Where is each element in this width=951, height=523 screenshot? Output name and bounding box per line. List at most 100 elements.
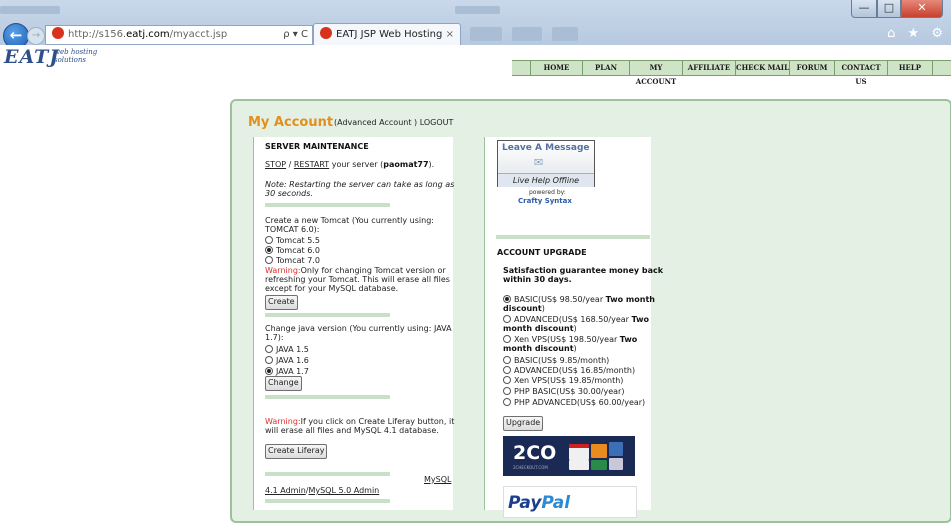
- menu-check-mail[interactable]: CHECK MAIL: [736, 61, 790, 75]
- upgrade-plan-option[interactable]: BASIC(US$ 9.85/month): [503, 356, 669, 365]
- upgrade-plan-option[interactable]: ADVANCED(US$ 16.85/month): [503, 366, 669, 375]
- upgrade-plan-option[interactable]: PHP BASIC(US$ 30.00/year): [503, 387, 669, 396]
- maximize-icon[interactable]: □: [877, 0, 901, 18]
- warning-label: Warning:: [265, 417, 301, 426]
- window-titlebar: — □ ✕: [0, 0, 951, 22]
- radio-selected-icon[interactable]: [265, 367, 273, 375]
- mysql-41-admin-link[interactable]: MySQL: [424, 475, 451, 484]
- radio-icon[interactable]: [265, 236, 273, 244]
- browser-toolbar-icons[interactable]: ⌂ ★ ⚙: [887, 26, 947, 41]
- tab-title: EATJ JSP Web Hosting: [336, 29, 443, 40]
- mastercard-icon: [591, 444, 607, 458]
- menu-plan[interactable]: PLAN: [583, 61, 630, 75]
- tomcat-warning: Warning:Only for changing Tomcat version…: [265, 266, 455, 293]
- live-help-title: Leave A Message: [502, 143, 590, 153]
- radio-icon[interactable]: [503, 387, 511, 395]
- live-help-widget[interactable]: Leave A Message ✉ Live Help Offline: [497, 140, 595, 187]
- radio-icon[interactable]: [503, 335, 511, 343]
- 2checkout-text: 2CO: [513, 442, 557, 464]
- site-logo-tagline: web hosting solutions: [54, 48, 97, 64]
- server-username: paomat77: [383, 160, 429, 169]
- tomcat-option-label: Tomcat 5.5: [276, 236, 320, 245]
- restart-link[interactable]: RESTART: [294, 160, 329, 169]
- 2checkout-logo[interactable]: 2CO 2CHECKOUT.COM: [503, 436, 635, 476]
- plan-label-end: ): [541, 304, 545, 313]
- url-domain: eatj.com: [126, 29, 170, 40]
- logout-link[interactable]: LOGOUT: [420, 118, 454, 127]
- card-icon: [609, 458, 623, 470]
- address-bar[interactable]: http://s156.eatj.com/myacct.jsp ρ ▾ C: [45, 25, 313, 45]
- paypal-text: PayPal: [508, 493, 570, 513]
- upgrade-plan-option[interactable]: BASIC(US$ 98.50/year Two month discount): [503, 295, 669, 313]
- plan-label-end: ): [573, 324, 577, 333]
- mysql-link[interactable]: MySQL: [424, 475, 451, 484]
- tab-close-icon[interactable]: ×: [446, 24, 454, 45]
- liferay-warning: Warning:If you click on Create Liferay b…: [265, 417, 455, 435]
- radio-icon[interactable]: [265, 356, 273, 364]
- radio-icon[interactable]: [503, 366, 511, 374]
- divider: [265, 395, 390, 399]
- site-logo[interactable]: EATJ: [4, 46, 59, 68]
- restart-text: your server (: [329, 160, 384, 169]
- upgrade-plan-option[interactable]: Xen VPS(US$ 198.50/year Two month discou…: [503, 335, 669, 353]
- url-prefix: http://s156.: [68, 29, 127, 40]
- java-option[interactable]: JAVA 1.6: [265, 356, 309, 365]
- restart-note: Note: Restarting the server can take as …: [265, 180, 455, 198]
- forward-arrow-icon[interactable]: →: [27, 27, 45, 45]
- plan-label: PHP ADVANCED(US$ 60.00/year): [514, 398, 646, 407]
- discover-card-icon: [569, 460, 589, 470]
- minimize-icon[interactable]: —: [851, 0, 877, 18]
- radio-icon[interactable]: [503, 398, 511, 406]
- paypal-text-a: Pay: [508, 493, 542, 513]
- browser-chrome: — □ ✕ ← → http://s156.eatj.com/myacct.js…: [0, 0, 951, 49]
- close-window-icon[interactable]: ✕: [901, 0, 943, 18]
- upgrade-plan-option[interactable]: PHP ADVANCED(US$ 60.00/year): [503, 398, 669, 407]
- menu-affiliate[interactable]: AFFILIATE: [683, 61, 736, 75]
- radio-icon[interactable]: [503, 356, 511, 364]
- menu-contact-us[interactable]: CONTACT US: [835, 61, 888, 86]
- divider: [496, 235, 650, 239]
- tagline-line-1: web hosting: [54, 48, 98, 56]
- java-option[interactable]: JAVA 1.7: [265, 367, 309, 376]
- divider: [265, 313, 390, 317]
- create-tomcat-button[interactable]: Create: [265, 295, 298, 310]
- divider: [265, 472, 390, 476]
- radio-selected-icon[interactable]: [265, 246, 273, 254]
- crafty-syntax-link[interactable]: Crafty Syntax: [518, 197, 572, 205]
- menu-help[interactable]: HELP: [888, 61, 933, 75]
- mysql-50-admin-link[interactable]: MySQL 5.0 Admin: [308, 486, 379, 495]
- tomcat-option[interactable]: Tomcat 7.0: [265, 256, 320, 265]
- divider: [265, 203, 390, 207]
- tomcat-intro: Create a new Tomcat (You currently using…: [265, 216, 434, 234]
- paypal-text-b: Pal: [541, 493, 571, 513]
- radio-icon[interactable]: [503, 315, 511, 323]
- java-intro: Change java version (You currently using…: [265, 324, 452, 342]
- menu-my-account[interactable]: MY ACCOUNT: [630, 61, 683, 86]
- page-title: My Account: [248, 115, 334, 130]
- browser-tab[interactable]: EATJ JSP Web Hosting ×: [313, 23, 461, 45]
- tomcat-option[interactable]: Tomcat 5.5: [265, 236, 320, 245]
- radio-icon[interactable]: [265, 345, 273, 353]
- mysql-41-admin-link[interactable]: 4.1 Admin: [265, 486, 306, 495]
- paypal-logo[interactable]: PayPal: [503, 486, 637, 518]
- guarantee-text: Satisfaction guarantee money back within…: [503, 266, 664, 284]
- menu-forum[interactable]: FORUM: [790, 61, 835, 75]
- jcb-card-icon: [591, 460, 607, 470]
- upgrade-button[interactable]: Upgrade: [503, 416, 544, 431]
- tomcat-option[interactable]: Tomcat 6.0: [265, 246, 320, 255]
- stop-link[interactable]: STOP: [265, 160, 286, 169]
- upgrade-plan-option[interactable]: ADVANCED(US$ 168.50/year Two month disco…: [503, 315, 669, 333]
- radio-selected-icon[interactable]: [503, 295, 511, 303]
- warning-label: Warning:: [265, 266, 301, 275]
- radio-icon[interactable]: [265, 256, 273, 264]
- java-option-label: JAVA 1.5: [276, 345, 309, 354]
- radio-icon[interactable]: [503, 376, 511, 384]
- change-java-button[interactable]: Change: [265, 376, 302, 391]
- menu-home[interactable]: HOME: [530, 61, 583, 75]
- plan-label: BASIC(US$ 98.50/year: [514, 295, 606, 304]
- create-liferay-button[interactable]: Create Liferay: [265, 444, 328, 459]
- stop-restart-separator: /: [286, 160, 294, 169]
- java-option[interactable]: JAVA 1.5: [265, 345, 309, 354]
- search-refresh-icon[interactable]: ρ ▾ C: [283, 26, 308, 44]
- upgrade-plan-option[interactable]: Xen VPS(US$ 19.85/month): [503, 376, 669, 385]
